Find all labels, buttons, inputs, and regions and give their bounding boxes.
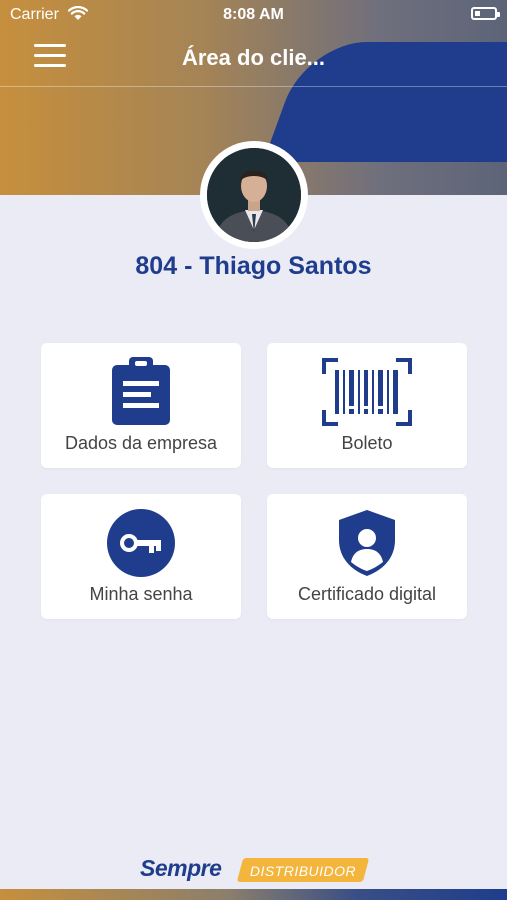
card-label: Minha senha: [89, 584, 193, 604]
brand-tag: DISTRIBUIDOR: [249, 863, 357, 879]
card-label: Boleto: [341, 433, 393, 453]
key-icon: [41, 508, 241, 578]
barcode-icon: [267, 357, 467, 427]
avatar-photo: [207, 148, 301, 242]
status-bar: Carrier 8:08 AM: [0, 0, 507, 30]
footer-strip: [0, 889, 507, 900]
page-title: Área do clie...: [181, 45, 326, 70]
status-time: 8:08 AM: [223, 6, 284, 23]
avatar: [200, 141, 308, 249]
clipboard-icon: [41, 357, 241, 427]
user-name: 804 - Thiago Santos: [135, 252, 372, 280]
battery-icon: [471, 7, 500, 20]
header-divider: [0, 86, 507, 87]
card-label: Dados da empresa: [64, 433, 218, 453]
shield-user-icon: [267, 508, 467, 578]
card-dados-empresa[interactable]: Dados da empresa: [41, 343, 241, 468]
brand-name: Sempre: [140, 855, 222, 881]
card-certificado-digital[interactable]: Certificado digital: [267, 494, 467, 619]
brand-logo: Sempre DISTRIBUIDOR: [140, 855, 370, 885]
card-label: Certificado digital: [297, 584, 437, 604]
card-boleto[interactable]: Boleto: [267, 343, 467, 468]
card-minha-senha[interactable]: Minha senha: [41, 494, 241, 619]
